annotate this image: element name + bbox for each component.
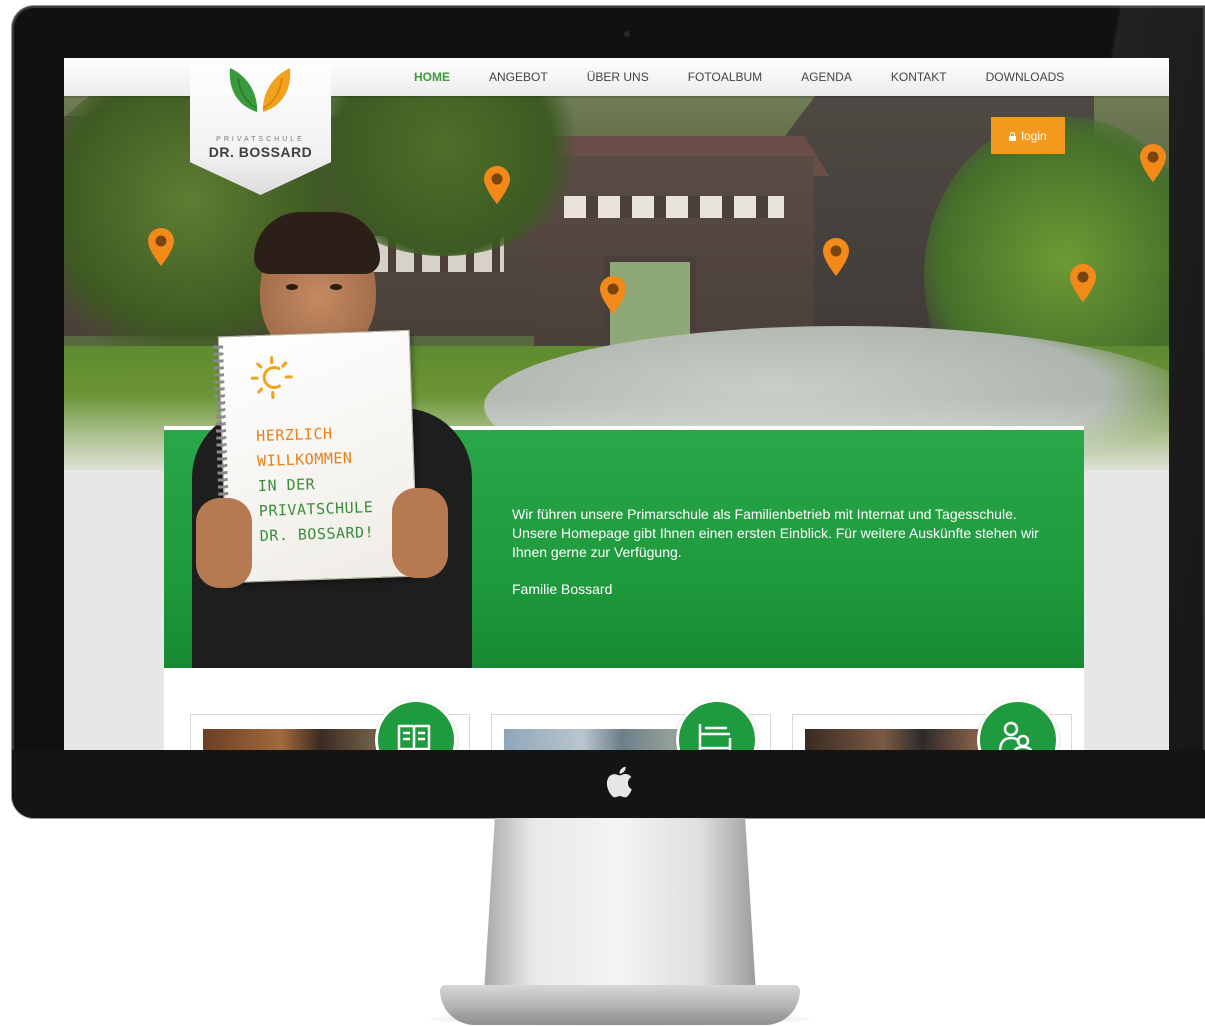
- nav-item-kontakt[interactable]: KONTAKT: [891, 70, 947, 84]
- map-pin-icon[interactable]: [484, 166, 510, 204]
- monitor-stand-base: [440, 985, 800, 1025]
- welcome-signature: Familie Bossard: [512, 580, 1057, 599]
- nav-item-ueber-uns[interactable]: ÜBER UNS: [587, 70, 649, 84]
- nav-item-downloads[interactable]: DOWNLOADS: [986, 70, 1065, 84]
- card-photo: [504, 729, 700, 750]
- card-photo: [805, 729, 1001, 750]
- card-photo: [203, 729, 399, 750]
- logo-subtitle: PRIVATSCHULE: [190, 136, 331, 143]
- lock-icon: [1009, 132, 1016, 140]
- map-pin-icon[interactable]: [600, 276, 626, 314]
- nav-item-angebot[interactable]: ANGEBOT: [489, 70, 548, 84]
- nav-item-fotoalbum[interactable]: FOTOALBUM: [688, 70, 762, 84]
- monitor-stand: [484, 818, 756, 993]
- nav-item-agenda[interactable]: AGENDA: [801, 70, 852, 84]
- apple-logo-icon: [604, 766, 634, 798]
- screen: HOME ANGEBOT ÜBER UNS FOTOALBUM AGENDA K…: [64, 58, 1169, 750]
- map-pin-icon[interactable]: [148, 228, 174, 266]
- leaf-logo-icon: [224, 64, 296, 116]
- map-pin-icon[interactable]: [1140, 144, 1166, 182]
- card-familie[interactable]: [792, 714, 1072, 750]
- boy-hair: [254, 212, 380, 274]
- login-button[interactable]: login: [991, 117, 1065, 154]
- card-school[interactable]: [190, 714, 470, 750]
- card-internat[interactable]: [491, 714, 771, 750]
- main-nav: HOME ANGEBOT ÜBER UNS FOTOALBUM AGENDA K…: [414, 58, 1103, 96]
- people-icon: [998, 720, 1034, 750]
- logo-name: DR. BOSSARD: [190, 144, 331, 160]
- login-label: login: [1021, 129, 1046, 143]
- nav-item-home[interactable]: HOME: [414, 70, 450, 84]
- welcome-text-block: Wir führen unsere Primarschule als Famil…: [512, 505, 1057, 599]
- bed-icon: [697, 720, 733, 750]
- map-pin-icon[interactable]: [823, 238, 849, 276]
- boy-with-notebook-image: HERZLICH WILLKOMMEN IN DER PRIVATSCHULE …: [182, 208, 482, 668]
- map-pin-icon[interactable]: [1070, 264, 1096, 302]
- boy-hand: [196, 498, 252, 588]
- boy-hand: [392, 488, 448, 578]
- camera: [624, 31, 630, 37]
- boy-eye: [286, 284, 298, 290]
- welcome-text: Wir führen unsere Primarschule als Famil…: [512, 505, 1057, 562]
- windows-center: [564, 196, 784, 218]
- sun-icon: [249, 355, 295, 401]
- boy-eye: [330, 284, 342, 290]
- book-icon: [396, 720, 432, 750]
